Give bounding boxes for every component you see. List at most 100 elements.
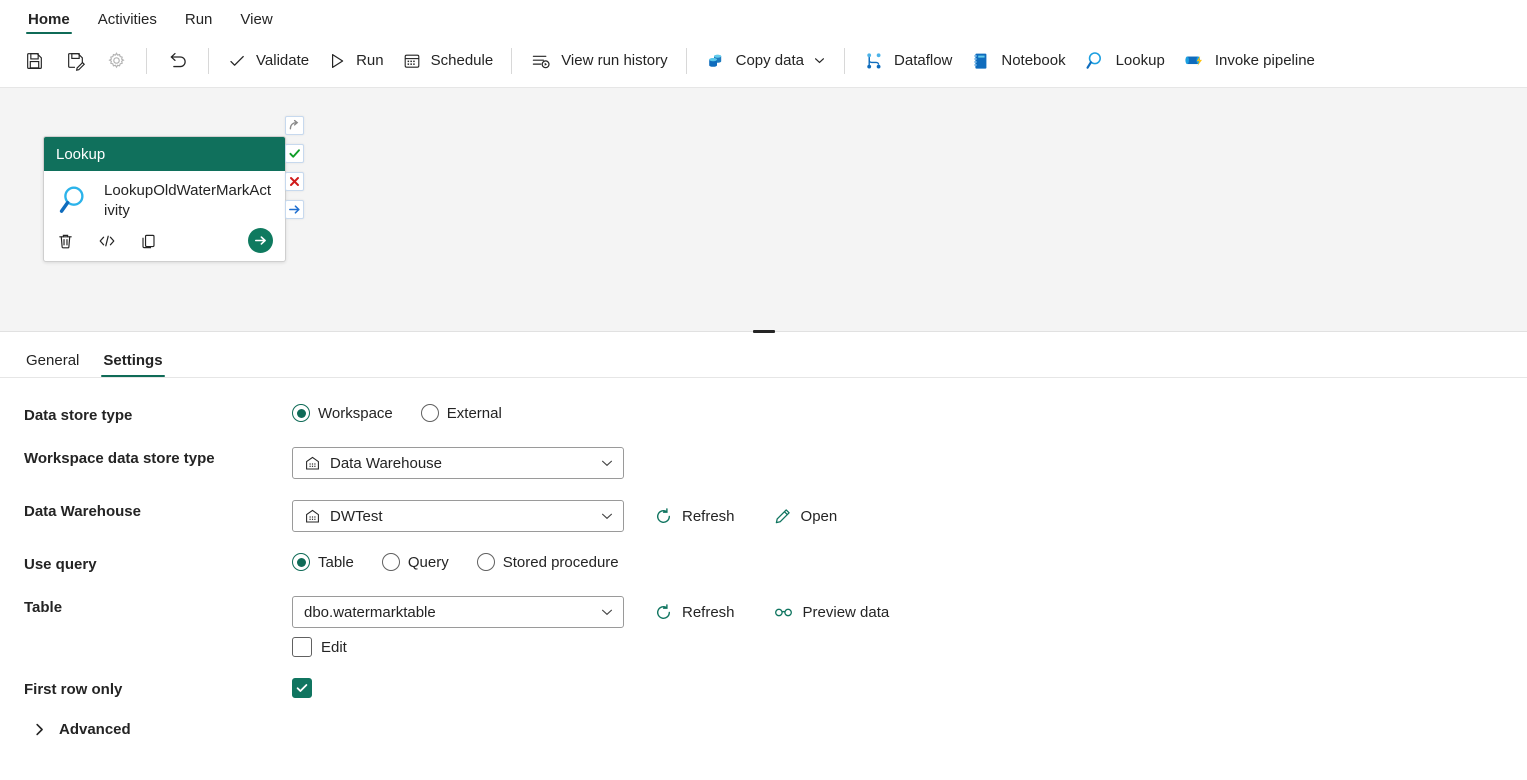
chevron-down-icon — [600, 509, 614, 523]
preview-data-button[interactable]: Preview data — [765, 598, 898, 627]
dropdown-data-warehouse-value: DWTest — [330, 507, 383, 525]
view-code-icon[interactable] — [97, 231, 117, 251]
checkbox-first-row-only[interactable] — [292, 678, 312, 698]
tab-general-label: General — [26, 352, 80, 369]
refresh-table-button[interactable]: Refresh — [646, 599, 743, 626]
lookup-magnifier-icon — [56, 181, 94, 219]
save-icon — [24, 50, 45, 71]
notebook-button[interactable]: Notebook — [961, 43, 1074, 79]
handle-on-fail[interactable] — [285, 172, 304, 191]
ribbon-tab-home[interactable]: Home — [14, 12, 84, 34]
command-toolbar: Validate Run Schedule View run history C… — [0, 34, 1527, 88]
radio-use-query-table[interactable]: Table — [292, 553, 354, 571]
lookup-label: Lookup — [1115, 52, 1165, 69]
copy-data-label: Copy data — [735, 52, 805, 69]
label-table: Table — [24, 599, 63, 616]
undo-button[interactable] — [156, 43, 199, 79]
warehouse-icon — [304, 455, 321, 472]
radio-dot-icon — [292, 553, 310, 571]
toolbar-separator-1 — [146, 47, 147, 74]
save-button[interactable] — [14, 43, 55, 79]
save-as-button[interactable] — [55, 43, 96, 79]
notebook-icon — [970, 50, 992, 72]
validate-label: Validate — [256, 52, 310, 69]
panel-splitter[interactable] — [0, 324, 1527, 333]
checkbox-box-icon — [292, 637, 312, 657]
label-data-store-type: Data store type — [24, 407, 133, 424]
view-run-history-button[interactable]: View run history — [521, 43, 676, 79]
refresh-table-label: Refresh — [682, 603, 735, 621]
settings-form: Data store type Workspace External Works… — [0, 378, 1527, 778]
radio-data-store-external[interactable]: External — [420, 404, 502, 422]
open-data-warehouse-button[interactable]: Open — [765, 503, 846, 530]
row-data-warehouse: Data Warehouse DWTest Refresh Open — [24, 500, 1527, 532]
chevron-down-icon[interactable] — [813, 54, 826, 67]
activity-output-handles — [285, 116, 304, 219]
open-data-warehouse-label: Open — [800, 507, 838, 525]
pipeline-canvas[interactable]: Lookup LookupOldWaterMarkActivity — [0, 88, 1527, 324]
duplicate-activity-icon[interactable] — [139, 232, 158, 251]
settings-button[interactable] — [96, 43, 137, 79]
handle-on-skip[interactable] — [285, 116, 304, 135]
toolbar-separator-4 — [685, 47, 687, 74]
ribbon-tab-home-label: Home — [28, 11, 70, 28]
gear-icon — [106, 50, 127, 71]
schedule-button[interactable]: Schedule — [393, 43, 503, 79]
handle-on-success[interactable] — [285, 144, 304, 163]
splitter-grip[interactable] — [752, 330, 775, 333]
activity-type-label: Lookup — [56, 145, 106, 163]
dropdown-workspace-data-store-type[interactable]: Data Warehouse — [292, 447, 624, 479]
chevron-down-icon — [600, 456, 614, 470]
ribbon-tab-activities-label: Activities — [97, 11, 157, 28]
property-tab-bar: General Settings — [0, 332, 1527, 378]
schedule-label: Schedule — [430, 52, 494, 69]
run-activity-button[interactable] — [248, 228, 273, 253]
dropdown-data-warehouse[interactable]: DWTest — [292, 500, 624, 532]
tab-general[interactable]: General — [14, 353, 91, 377]
toolbar-separator-5 — [844, 47, 846, 74]
radio-data-store-workspace[interactable]: Workspace — [292, 404, 393, 422]
radio-use-query-table-label: Table — [318, 553, 354, 571]
refresh-icon — [654, 507, 673, 526]
ribbon-tab-run-label: Run — [184, 11, 213, 28]
refresh-icon — [654, 603, 673, 622]
tab-settings[interactable]: Settings — [91, 353, 174, 377]
dataflow-icon — [863, 50, 885, 72]
checkbox-edit-table[interactable]: Edit — [292, 637, 897, 657]
chevron-down-icon — [600, 605, 614, 619]
refresh-data-warehouse-label: Refresh — [682, 507, 735, 525]
lookup-magnifier-icon — [1084, 49, 1107, 72]
delete-activity-icon[interactable] — [56, 232, 75, 251]
dataflow-button[interactable]: Dataflow — [854, 43, 961, 79]
label-data-warehouse: Data Warehouse — [24, 503, 141, 520]
ribbon-tab-view-label: View — [240, 11, 273, 28]
activity-card-header: Lookup — [44, 137, 285, 171]
radio-dot-icon — [476, 553, 495, 571]
label-use-query: Use query — [24, 556, 97, 573]
invoke-pipeline-button[interactable]: Invoke pipeline — [1174, 43, 1324, 79]
tab-settings-label: Settings — [103, 352, 163, 369]
dropdown-table[interactable]: dbo.watermarktable — [292, 596, 624, 628]
radio-use-query-stored-procedure[interactable]: Stored procedure — [476, 553, 619, 571]
checkbox-box-icon — [292, 678, 312, 698]
handle-on-completion[interactable] — [285, 200, 304, 219]
dropdown-table-value: dbo.watermarktable — [304, 603, 436, 621]
validate-button[interactable]: Validate — [218, 43, 318, 79]
checkbox-edit-table-label: Edit — [321, 638, 347, 656]
radio-use-query-query[interactable]: Query — [381, 553, 449, 571]
radio-use-query-stored-procedure-label: Stored procedure — [502, 553, 619, 571]
advanced-section-toggle[interactable]: Advanced — [24, 721, 1527, 738]
ribbon-tab-activities[interactable]: Activities — [84, 12, 171, 34]
ribbon-tab-view[interactable]: View — [226, 12, 286, 34]
warehouse-icon — [304, 508, 321, 525]
copy-data-button[interactable]: Copy data — [696, 43, 835, 79]
activity-card-body: LookupOldWaterMarkActivity — [44, 171, 285, 229]
run-button[interactable]: Run — [318, 43, 393, 79]
refresh-data-warehouse-button[interactable]: Refresh — [646, 503, 743, 530]
activity-card-lookup[interactable]: Lookup LookupOldWaterMarkActivity — [43, 136, 286, 262]
radio-use-query-query-label: Query — [407, 553, 449, 571]
ribbon-tab-run[interactable]: Run — [171, 12, 227, 34]
run-label: Run — [356, 52, 384, 69]
save-as-icon — [65, 50, 86, 71]
lookup-button[interactable]: Lookup — [1075, 43, 1174, 79]
